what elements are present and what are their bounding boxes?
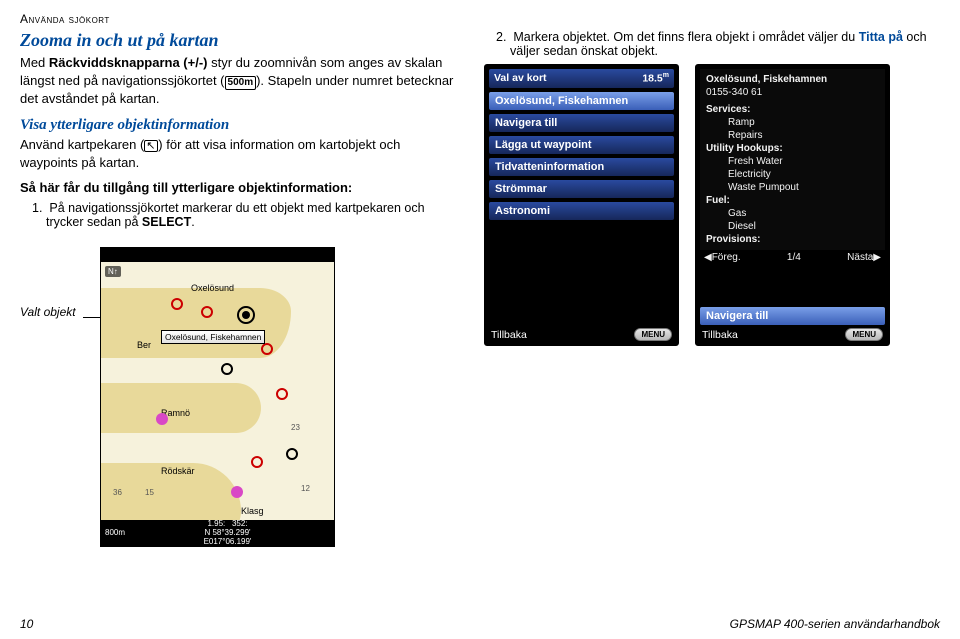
selected-object-label: Valt objekt: [20, 247, 100, 319]
compass-icon: N↑: [105, 266, 121, 277]
steps-list-right: 2. Markera objektet. Om det finns flera …: [484, 30, 940, 58]
para-zoom: Med Räckviddsknapparna (+/-) styr du zoo…: [20, 54, 460, 107]
poi-details: Oxelösund, Fiskehamnen 0155-340 61 Servi…: [700, 69, 885, 250]
book-title: GPSMAP 400-serien användarhandbok: [730, 617, 940, 631]
left-column: Zooma in och ut på kartan Med Räckviddsk…: [20, 30, 460, 547]
chart-tooltip: Oxelösund, Fiskehamnen: [161, 330, 265, 344]
device-menu-valavkort: Val av kort 18.5m Oxelösund, Fiskehamnen…: [484, 64, 679, 346]
steps-heading: Så här får du tillgång till ytterligare …: [20, 179, 460, 197]
chart-marker-icon: [156, 413, 168, 425]
menu-item-selected[interactable]: Oxelösund, Fiskehamnen: [489, 92, 674, 110]
device-details-panel: Oxelösund, Fiskehamnen 0155-340 61 Servi…: [695, 64, 890, 346]
chart-status-bottom: 800m 1.95: 352: N 58°39.299' E017°06.199…: [101, 520, 334, 546]
device-screenshots: Val av kort 18.5m Oxelösund, Fiskehamnen…: [484, 64, 940, 346]
right-column: 2. Markera objektet. Om det finns flera …: [484, 30, 940, 547]
pager: ◀Föreg. 1/4 Nästa▶: [700, 250, 885, 265]
menu-item[interactable]: Navigera till: [489, 114, 674, 132]
chart-marker-icon: [251, 456, 263, 468]
section-label: Använda sjökort: [20, 12, 940, 26]
place-oxelosund: Oxelösund: [191, 283, 234, 293]
para-objectinfo: Använd kartpekaren () för att visa infor…: [20, 136, 460, 171]
chart-marker-icon: [171, 298, 183, 310]
menu-item[interactable]: Lägga ut waypoint: [489, 136, 674, 154]
device-title: Val av kort 18.5m: [489, 69, 674, 88]
page-indicator: 1/4: [787, 252, 801, 263]
nav-chart: N↑ Oxelösund Ber Ramnö Rödskär Klasg 36 …: [100, 247, 335, 547]
chart-marker-icon: [201, 306, 213, 318]
back-button[interactable]: Tillbaka: [491, 329, 527, 341]
device-bottom-bar: Tillbaka MENU: [700, 325, 885, 341]
page-footer: 10 GPSMAP 400-serien användarhandbok: [20, 617, 940, 631]
back-button[interactable]: Tillbaka: [702, 329, 738, 341]
map-pointer-icon: [144, 140, 158, 152]
place-ber: Ber: [137, 340, 151, 350]
prev-button[interactable]: ◀Föreg.: [704, 252, 741, 263]
place-klasg: Klasg: [241, 506, 264, 516]
step-2: 2. Markera objektet. Om det finns flera …: [496, 30, 940, 58]
navigate-to-button[interactable]: Navigera till: [700, 307, 885, 325]
menu-item[interactable]: Tidvatteninformation: [489, 158, 674, 176]
menu-button[interactable]: MENU: [845, 328, 883, 341]
chart-marker-icon: [261, 343, 273, 355]
heading-objectinfo: Visa ytterligare objektinformation: [20, 117, 460, 134]
chart-marker-icon: [286, 448, 298, 460]
page-number: 10: [20, 617, 33, 631]
menu-button[interactable]: MENU: [634, 328, 672, 341]
menu-item[interactable]: Astronomi: [489, 202, 674, 220]
heading-zoom: Zooma in och ut på kartan: [20, 30, 460, 51]
device-bottom-bar: Tillbaka MENU: [489, 325, 674, 341]
chart-marker-icon: [231, 486, 243, 498]
menu-item[interactable]: Strömmar: [489, 180, 674, 198]
chart-status-top: [101, 248, 334, 262]
scale-chip: 500m: [225, 76, 257, 90]
chart-marker-icon: [276, 388, 288, 400]
chart-marker-icon: [221, 363, 233, 375]
steps-list-left: 1. På navigationssjökortet markerar du e…: [20, 201, 460, 229]
step-1: 1. På navigationssjökortet markerar du e…: [32, 201, 460, 229]
next-button[interactable]: Nästa▶: [847, 252, 881, 263]
chart-figure: Valt objekt N↑ Oxelösund Ber Ramnö Rödsk…: [20, 247, 460, 547]
place-rodskar: Rödskär: [161, 466, 195, 476]
